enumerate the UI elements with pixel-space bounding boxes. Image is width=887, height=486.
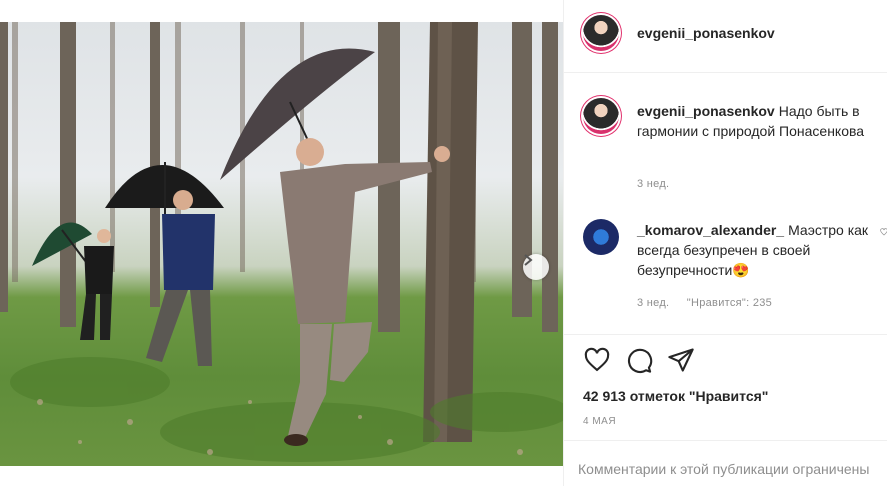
share-button[interactable] (667, 346, 695, 374)
instagram-post: evgenii_ponasenkov evgenii_ponasenkov Над… (0, 0, 887, 486)
caption-username[interactable]: evgenii_ponasenkov (637, 103, 775, 119)
caption-avatar[interactable] (583, 98, 619, 134)
comment-like-icon[interactable] (880, 228, 887, 236)
divider (564, 440, 887, 441)
like-button[interactable] (583, 346, 611, 374)
post-sidebar: evgenii_ponasenkov evgenii_ponasenkov Над… (563, 0, 887, 486)
caption-meta: 3 нед. (637, 178, 683, 190)
comment-username[interactable]: _komarov_alexander_ (637, 222, 784, 238)
post-actions (583, 346, 695, 374)
comment-time[interactable]: 3 нед. (637, 297, 669, 309)
heart-icon (584, 347, 610, 372)
post-header: evgenii_ponasenkov (564, 0, 887, 73)
commenter-avatar[interactable] (583, 219, 619, 255)
caption: evgenii_ponasenkov Надо быть в гармонии с… (637, 101, 877, 141)
divider (564, 334, 887, 335)
chevron-right-icon (524, 254, 533, 266)
carousel-next-button[interactable] (523, 254, 549, 280)
comment-button[interactable] (625, 346, 653, 374)
photo-scene (0, 22, 563, 462)
caption-time[interactable]: 3 нед. (637, 178, 669, 190)
post-date[interactable]: 4 МАЯ (583, 416, 616, 427)
comment: _komarov_alexander_ Маэстро как всегда бе… (637, 220, 877, 280)
comment-icon (627, 348, 653, 374)
likes-count[interactable]: 42 913 отметок "Нравится" (583, 388, 768, 404)
author-username[interactable]: evgenii_ponasenkov (637, 25, 775, 41)
share-icon (668, 348, 694, 372)
comments-closed-notice: Комментарии к этой публикации ограничены (578, 461, 870, 477)
post-photo[interactable] (0, 22, 563, 466)
comment-likes[interactable]: "Нравится": 235 (687, 297, 772, 309)
comment-meta: 3 нед. "Нравится": 235 (637, 297, 786, 309)
author-avatar[interactable] (583, 15, 619, 51)
